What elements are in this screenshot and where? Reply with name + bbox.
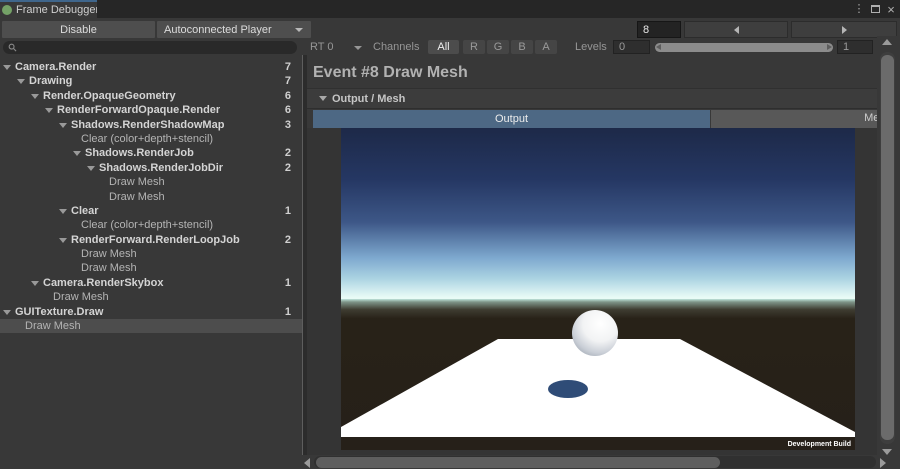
scroll-left-icon[interactable] bbox=[304, 458, 310, 468]
channel-button-g[interactable]: G bbox=[487, 40, 509, 54]
foldout-triangle-icon[interactable] bbox=[3, 310, 11, 315]
levels-min-field[interactable]: 0 bbox=[613, 40, 650, 54]
channels-label: Channels bbox=[373, 41, 419, 54]
tree-item-draw-mesh[interactable]: Draw Mesh bbox=[0, 190, 302, 204]
tree-item-draw-mesh[interactable]: Draw Mesh bbox=[0, 319, 302, 333]
channel-button-r[interactable]: R bbox=[463, 40, 485, 54]
event-number-field[interactable]: 8 bbox=[637, 21, 681, 38]
tab-mesh[interactable]: Mesh bbox=[711, 110, 878, 128]
frame-debugger-tab[interactable]: Frame Debugger bbox=[0, 0, 97, 18]
event-detail-panel: Event #8 Draw Mesh Output / Mesh Output … bbox=[307, 55, 900, 455]
tree-item-draw-mesh[interactable]: Draw Mesh bbox=[0, 261, 302, 275]
tree-item-shadows-rendershadowmap[interactable]: Shadows.RenderShadowMap3 bbox=[0, 118, 302, 132]
event-count: 2 bbox=[285, 233, 291, 247]
tree-item-shadows-renderjob[interactable]: Shadows.RenderJob2 bbox=[0, 146, 302, 160]
channel-button-a[interactable]: A bbox=[535, 40, 557, 54]
event-count: 1 bbox=[285, 204, 291, 218]
levels-max-handle[interactable] bbox=[827, 44, 832, 50]
render-output-preview: Development Build bbox=[341, 128, 855, 450]
foldout-triangle-icon[interactable] bbox=[87, 166, 95, 171]
channel-button-all[interactable]: All bbox=[428, 40, 459, 54]
levels-slider[interactable] bbox=[655, 43, 833, 52]
tree-item-guitexture-draw[interactable]: GUITexture.Draw1 bbox=[0, 305, 302, 319]
tree-item-clear-color-depth-stencil-[interactable]: Clear (color+depth+stencil) bbox=[0, 218, 302, 232]
tab-output[interactable]: Output bbox=[313, 110, 710, 128]
output-mesh-foldout[interactable]: Output / Mesh bbox=[307, 89, 900, 109]
tree-item-clear-color-depth-stencil-[interactable]: Clear (color+depth+stencil) bbox=[0, 132, 302, 146]
event-tree: Camera.Render7Drawing7Render.OpaqueGeome… bbox=[0, 60, 302, 333]
event-count: 2 bbox=[285, 146, 291, 160]
levels-max-field[interactable]: 1 bbox=[837, 40, 873, 54]
frame-debugger-window: Frame Debugger ⋮ × Disable Autoconnected… bbox=[0, 0, 900, 469]
horizontal-scrollbar[interactable] bbox=[300, 455, 900, 469]
tree-item-draw-mesh[interactable]: Draw Mesh bbox=[0, 247, 302, 261]
foldout-triangle-icon[interactable] bbox=[31, 94, 39, 99]
horizontal-scrollbar-thumb[interactable] bbox=[316, 457, 720, 468]
tree-item-renderforwardopaque-render[interactable]: RenderForwardOpaque.Render6 bbox=[0, 103, 302, 117]
event-count: 2 bbox=[285, 161, 291, 175]
event-count: 7 bbox=[285, 60, 291, 74]
tree-item-shadows-renderjobdir[interactable]: Shadows.RenderJobDir2 bbox=[0, 161, 302, 175]
previous-event-button[interactable] bbox=[684, 21, 788, 38]
event-count: 6 bbox=[285, 103, 291, 117]
foldout-triangle-icon[interactable] bbox=[73, 151, 81, 156]
tree-item-camera-render[interactable]: Camera.Render7 bbox=[0, 60, 302, 74]
event-title: Event #8 Draw Mesh bbox=[313, 64, 468, 82]
title-bar: Frame Debugger ⋮ × bbox=[0, 0, 900, 18]
search-field[interactable] bbox=[3, 41, 297, 54]
player-status-icon bbox=[2, 5, 12, 15]
event-count: 7 bbox=[285, 74, 291, 88]
tree-item-render-opaquegeometry[interactable]: Render.OpaqueGeometry6 bbox=[0, 89, 302, 103]
vertical-scrollbar-thumb[interactable] bbox=[881, 55, 894, 440]
filter-toolbar: RT 0 Channels All RGBA Levels 0 1 bbox=[0, 40, 900, 55]
main-toolbar: Disable Autoconnected Player 8 bbox=[0, 18, 900, 40]
close-icon[interactable]: × bbox=[884, 0, 898, 18]
scroll-up-icon[interactable] bbox=[882, 39, 892, 45]
foldout-triangle-icon[interactable] bbox=[3, 65, 11, 70]
player-target-dropdown[interactable]: Autoconnected Player bbox=[157, 21, 311, 38]
levels-label: Levels bbox=[575, 41, 607, 54]
event-count: 6 bbox=[285, 89, 291, 103]
foldout-triangle-icon[interactable] bbox=[31, 281, 39, 286]
foldout-triangle-icon[interactable] bbox=[59, 238, 67, 243]
search-icon bbox=[8, 43, 17, 52]
preview-tab-bar: Output Mesh bbox=[313, 110, 878, 128]
foldout-triangle-icon[interactable] bbox=[59, 123, 67, 128]
chevron-down-icon bbox=[295, 28, 303, 32]
maximize-icon[interactable] bbox=[868, 0, 882, 18]
render-target-dropdown[interactable]: RT 0 bbox=[310, 41, 362, 54]
levels-min-handle[interactable] bbox=[656, 44, 661, 50]
foldout-triangle-icon[interactable] bbox=[17, 79, 25, 84]
foldout-triangle-icon bbox=[319, 96, 327, 101]
arrow-left-icon bbox=[734, 26, 739, 34]
development-build-watermark: Development Build bbox=[788, 441, 851, 448]
tree-item-draw-mesh[interactable]: Draw Mesh bbox=[0, 175, 302, 189]
tree-item-clear[interactable]: Clear1 bbox=[0, 204, 302, 218]
tree-item-drawing[interactable]: Drawing7 bbox=[0, 74, 302, 88]
foldout-triangle-icon[interactable] bbox=[45, 108, 53, 113]
window-title: Frame Debugger bbox=[16, 4, 97, 16]
arrow-right-icon bbox=[842, 26, 847, 34]
channel-button-b[interactable]: B bbox=[511, 40, 533, 54]
search-input[interactable] bbox=[21, 42, 281, 53]
event-count: 1 bbox=[285, 305, 291, 319]
event-count: 3 bbox=[285, 118, 291, 132]
tree-item-camera-renderskybox[interactable]: Camera.RenderSkybox1 bbox=[0, 276, 302, 290]
vertical-scrollbar[interactable] bbox=[877, 36, 900, 456]
tree-item-renderforward-renderloopjob[interactable]: RenderForward.RenderLoopJob2 bbox=[0, 233, 302, 247]
event-count: 1 bbox=[285, 276, 291, 290]
sphere bbox=[572, 310, 618, 356]
chevron-down-icon bbox=[354, 46, 362, 50]
skybox bbox=[341, 128, 855, 299]
disable-button[interactable]: Disable bbox=[2, 21, 155, 38]
tree-item-draw-mesh[interactable]: Draw Mesh bbox=[0, 290, 302, 304]
foldout-triangle-icon[interactable] bbox=[59, 209, 67, 214]
event-tree-panel: Camera.Render7Drawing7Render.OpaqueGeome… bbox=[0, 55, 302, 469]
sphere-shadow bbox=[548, 380, 588, 398]
window-menu-icon[interactable]: ⋮ bbox=[852, 0, 866, 18]
scroll-right-icon[interactable] bbox=[880, 458, 886, 468]
